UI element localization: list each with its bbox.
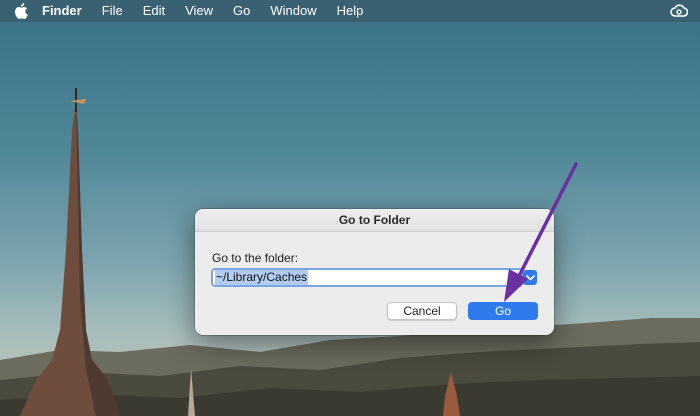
desktop-background	[0, 0, 700, 416]
creative-cloud-icon[interactable]	[670, 4, 688, 18]
go-button[interactable]: Go	[468, 302, 538, 320]
menu-go[interactable]: Go	[223, 0, 260, 22]
menu-help[interactable]: Help	[327, 0, 374, 22]
menu-bar: Finder File Edit View Go Window Help	[0, 0, 700, 22]
chevron-down-icon	[525, 274, 535, 280]
menu-app-name[interactable]: Finder	[32, 0, 92, 22]
menu-file[interactable]: File	[92, 0, 133, 22]
apple-icon[interactable]	[14, 0, 32, 22]
go-to-folder-dialog: Go to Folder Go to the folder: ~/Library…	[195, 209, 554, 335]
folder-path-value: ~/Library/Caches	[215, 270, 309, 285]
menu-window[interactable]: Window	[260, 0, 326, 22]
menu-view[interactable]: View	[175, 0, 223, 22]
dialog-prompt: Go to the folder:	[212, 251, 299, 265]
cancel-button[interactable]: Cancel	[387, 302, 457, 320]
desktop-wallpaper	[0, 88, 700, 416]
dialog-title: Go to Folder	[195, 209, 554, 232]
menu-edit[interactable]: Edit	[133, 0, 175, 22]
folder-path-input[interactable]: ~/Library/Caches	[211, 268, 523, 287]
recent-folders-dropdown[interactable]	[523, 270, 537, 285]
